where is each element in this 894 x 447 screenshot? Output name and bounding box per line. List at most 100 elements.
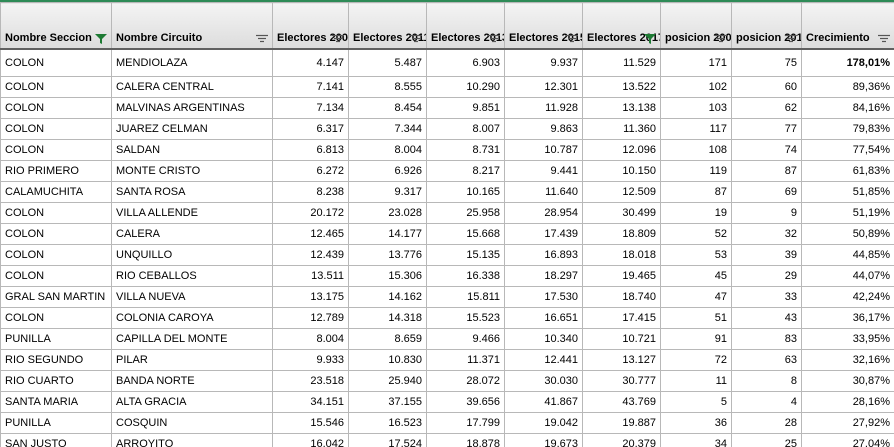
table-cell[interactable]: 8.731 [426, 139, 505, 161]
table-cell[interactable]: 34.151 [272, 391, 349, 413]
table-cell[interactable]: 108 [660, 139, 732, 161]
table-cell[interactable]: 28.072 [426, 370, 505, 392]
table-cell[interactable]: 69 [731, 181, 802, 203]
table-cell[interactable]: 14.177 [348, 223, 427, 245]
table-cell[interactable]: 15.306 [348, 265, 427, 287]
table-cell[interactable]: 34 [660, 433, 732, 447]
table-cell[interactable]: 18.878 [426, 433, 505, 447]
table-cell[interactable]: 28.954 [504, 202, 583, 224]
table-cell[interactable]: 9.863 [504, 118, 583, 140]
table-cell[interactable]: 25 [731, 433, 802, 447]
table-cell[interactable]: MALVINAS ARGENTINAS [111, 97, 273, 119]
table-cell[interactable]: 52 [660, 223, 732, 245]
table-cell[interactable]: 10.721 [582, 328, 661, 350]
table-cell[interactable]: 12.789 [272, 307, 349, 329]
table-cell[interactable]: 39 [731, 244, 802, 266]
table-cell[interactable]: 18.018 [582, 244, 661, 266]
table-cell[interactable]: COLON [0, 223, 112, 245]
table-cell[interactable]: SALDAN [111, 139, 273, 161]
table-cell[interactable]: 23.518 [272, 370, 349, 392]
table-cell[interactable]: SANTA MARIA [0, 391, 112, 413]
table-cell[interactable]: 6.903 [426, 48, 505, 77]
table-cell[interactable]: 17.524 [348, 433, 427, 447]
table-cell[interactable]: 13.138 [582, 97, 661, 119]
filter-active-icon[interactable] [643, 33, 657, 45]
filter-sort-icon[interactable] [565, 33, 579, 45]
table-cell[interactable]: 8.238 [272, 181, 349, 203]
table-cell[interactable]: 30.499 [582, 202, 661, 224]
table-cell[interactable]: 12.439 [272, 244, 349, 266]
table-cell[interactable]: 19.042 [504, 412, 583, 434]
table-cell[interactable]: SAN JUSTO [0, 433, 112, 447]
table-cell[interactable]: 87 [660, 181, 732, 203]
table-cell[interactable]: 178,01% [801, 48, 894, 77]
table-cell[interactable]: 10.150 [582, 160, 661, 182]
column-header[interactable]: Crecimiento [801, 2, 894, 50]
table-cell[interactable]: CALERA CENTRAL [111, 76, 273, 98]
table-cell[interactable]: 13.522 [582, 76, 661, 98]
table-cell[interactable]: 5.487 [348, 48, 427, 77]
table-cell[interactable]: 4.147 [272, 48, 349, 77]
table-cell[interactable]: UNQUILLO [111, 244, 273, 266]
table-cell[interactable]: 16.338 [426, 265, 505, 287]
table-cell[interactable]: 47 [660, 286, 732, 308]
table-cell[interactable]: 53 [660, 244, 732, 266]
table-cell[interactable]: ALTA GRACIA [111, 391, 273, 413]
table-cell[interactable]: 28 [731, 412, 802, 434]
table-cell[interactable]: 9.933 [272, 349, 349, 371]
table-cell[interactable]: RIO CEBALLOS [111, 265, 273, 287]
table-cell[interactable]: 8.217 [426, 160, 505, 182]
table-cell[interactable]: 13.127 [582, 349, 661, 371]
table-cell[interactable]: 19 [660, 202, 732, 224]
table-cell[interactable]: MONTE CRISTO [111, 160, 273, 182]
table-cell[interactable]: 32,16% [801, 349, 894, 371]
table-cell[interactable]: 25.940 [348, 370, 427, 392]
table-cell[interactable]: 27,04% [801, 433, 894, 447]
table-cell[interactable]: 19.673 [504, 433, 583, 447]
table-cell[interactable]: PILAR [111, 349, 273, 371]
table-cell[interactable]: 13.175 [272, 286, 349, 308]
table-cell[interactable]: 17.799 [426, 412, 505, 434]
table-cell[interactable]: 77,54% [801, 139, 894, 161]
column-header[interactable]: Electores 2011 [348, 2, 427, 50]
table-cell[interactable]: 61,83% [801, 160, 894, 182]
table-cell[interactable]: 19.887 [582, 412, 661, 434]
table-cell[interactable]: 11.371 [426, 349, 505, 371]
table-cell[interactable]: 10.340 [504, 328, 583, 350]
table-cell[interactable]: 4 [731, 391, 802, 413]
table-cell[interactable]: 20.379 [582, 433, 661, 447]
table-cell[interactable]: 15.668 [426, 223, 505, 245]
filter-sort-icon[interactable] [331, 33, 345, 45]
table-cell[interactable]: 30.777 [582, 370, 661, 392]
table-cell[interactable]: 7.344 [348, 118, 427, 140]
table-cell[interactable]: 51,85% [801, 181, 894, 203]
table-cell[interactable]: COLONIA CAROYA [111, 307, 273, 329]
table-cell[interactable]: 9 [731, 202, 802, 224]
column-header[interactable]: Electores 2015 [504, 2, 583, 50]
column-header[interactable]: Nombre Seccion [0, 2, 112, 50]
table-cell[interactable]: 8.555 [348, 76, 427, 98]
table-cell[interactable]: 28,16% [801, 391, 894, 413]
table-cell[interactable]: 25.958 [426, 202, 505, 224]
column-header[interactable]: Electores 2013 [426, 2, 505, 50]
table-cell[interactable]: 43.769 [582, 391, 661, 413]
filter-sort-icon[interactable] [409, 33, 423, 45]
table-cell[interactable]: RIO SEGUNDO [0, 349, 112, 371]
table-cell[interactable]: 30.030 [504, 370, 583, 392]
table-cell[interactable]: 5 [660, 391, 732, 413]
table-cell[interactable]: 29 [731, 265, 802, 287]
table-cell[interactable]: VILLA ALLENDE [111, 202, 273, 224]
table-cell[interactable]: CALERA [111, 223, 273, 245]
table-cell[interactable]: 91 [660, 328, 732, 350]
table-cell[interactable]: 15.546 [272, 412, 349, 434]
filter-sort-icon[interactable] [487, 33, 501, 45]
table-cell[interactable]: 19.465 [582, 265, 661, 287]
table-cell[interactable]: 27,92% [801, 412, 894, 434]
table-cell[interactable]: 63 [731, 349, 802, 371]
table-cell[interactable]: 14.162 [348, 286, 427, 308]
table-cell[interactable]: 10.830 [348, 349, 427, 371]
table-cell[interactable]: 12.441 [504, 349, 583, 371]
table-cell[interactable]: 8.007 [426, 118, 505, 140]
table-cell[interactable]: JUAREZ CELMAN [111, 118, 273, 140]
table-cell[interactable]: 77 [731, 118, 802, 140]
